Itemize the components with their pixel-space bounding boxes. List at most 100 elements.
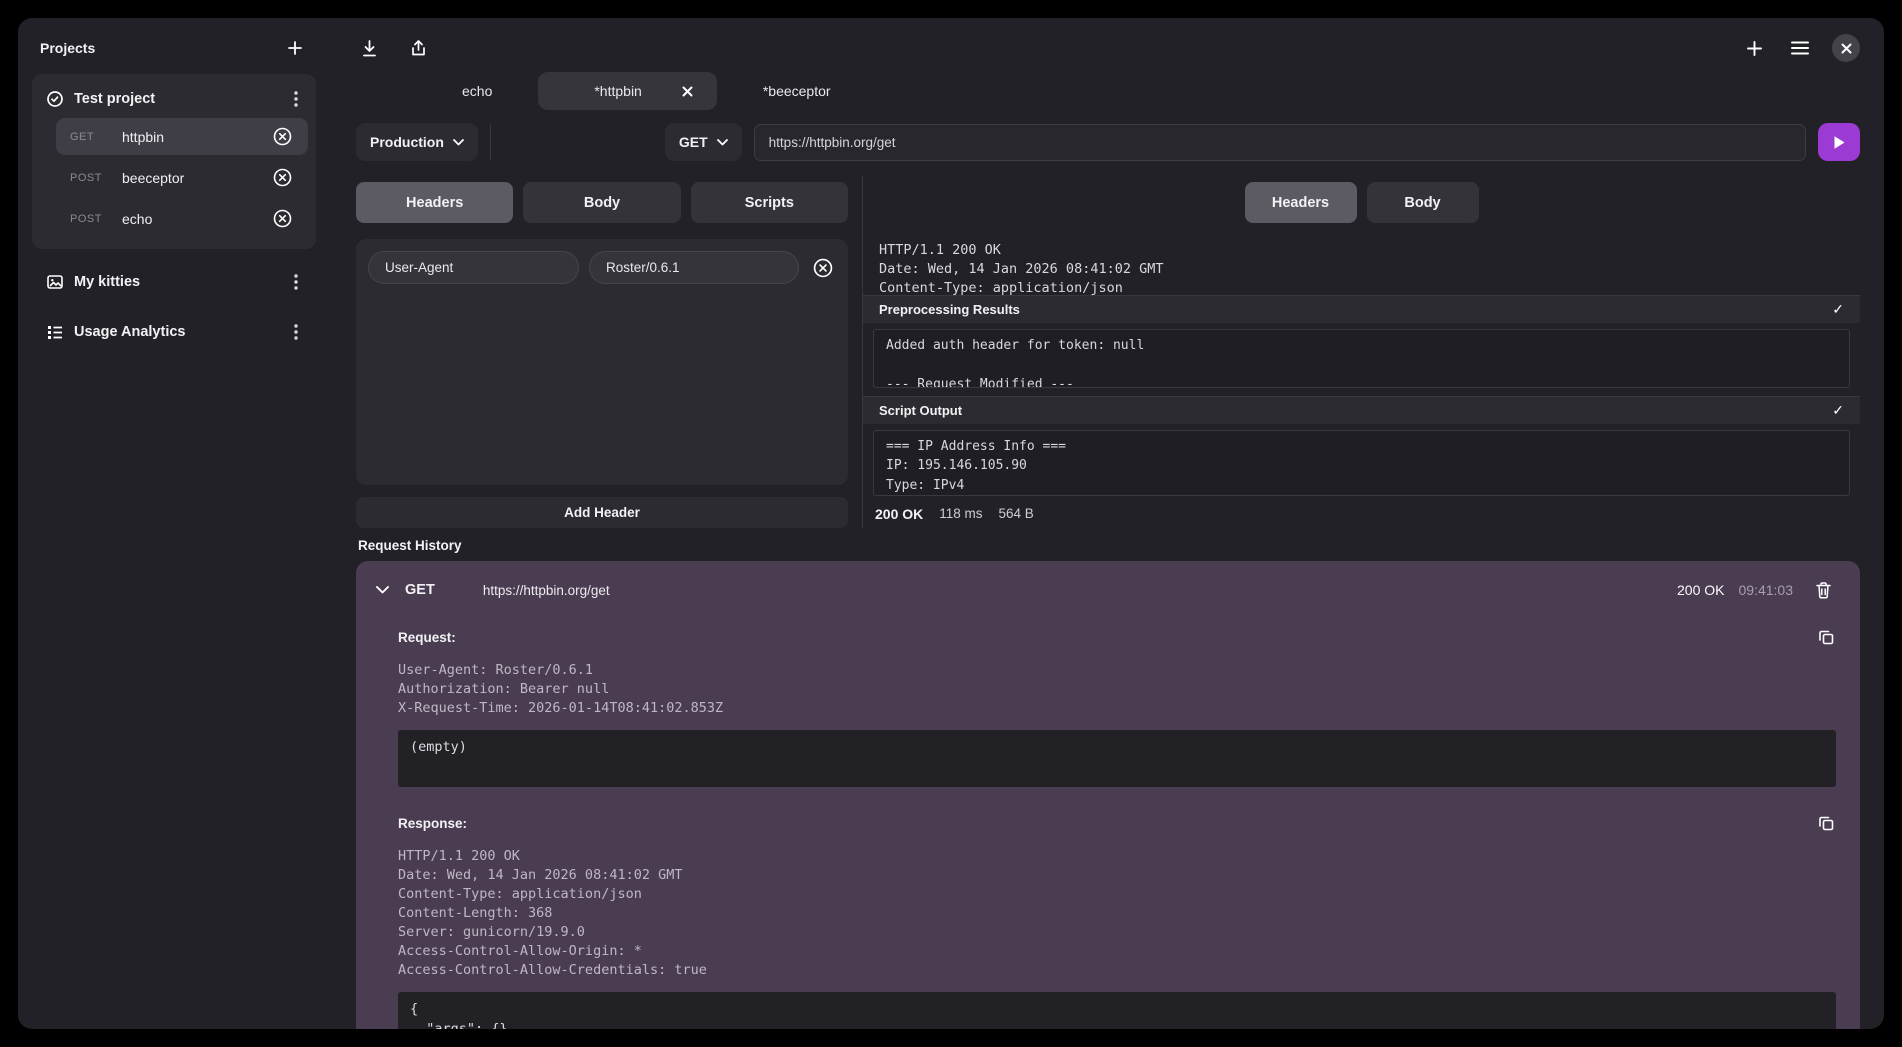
delete-history-button[interactable] [1811,577,1836,603]
project-group-test-project: Test project GET httpbin POST beeceptor [32,74,316,249]
window-bar [356,32,1860,64]
script-output[interactable]: === IP Address Info === IP: 195.146.105.… [873,430,1850,496]
window-close-button[interactable] [1832,34,1860,62]
download-icon [360,39,379,58]
section-title: Preprocessing Results [879,302,1020,317]
plus-icon [286,39,304,57]
method-badge: GET [70,131,112,143]
project-name: My kitties [74,274,290,290]
close-icon [682,86,693,97]
check-icon: ✓ [1832,402,1844,419]
request-response-panels: Headers Body Scripts Add Header [356,176,1860,528]
preprocessing-section-header[interactable]: Preprocessing Results ✓ [863,295,1860,323]
request-bar: Production GET [356,122,1860,162]
request-name: beeceptor [122,170,269,186]
projects-title: Projects [40,40,95,56]
script-output-section-header[interactable]: Script Output ✓ [863,396,1860,424]
header-key-input[interactable] [368,251,579,284]
add-project-button[interactable] [282,35,308,61]
remove-request-button[interactable] [269,205,296,232]
project-menu-button[interactable] [290,87,302,111]
project-header[interactable]: Test project [40,84,308,114]
sidebar-item-usage-analytics[interactable]: Usage Analytics [32,315,316,349]
send-request-button[interactable] [1818,123,1860,161]
history-method: GET [405,582,435,598]
tab-echo[interactable]: echo [416,72,538,110]
tab-label: *httpbin [594,83,641,99]
kebab-icon [294,324,298,340]
project-menu-button[interactable] [290,320,302,344]
sidebar: Projects Test project GET httpbin [18,18,330,1029]
response-status-line: 200 OK 118 ms 564 B [863,504,1860,528]
copy-response-button[interactable] [1816,813,1836,833]
copy-icon [1818,629,1834,645]
new-tab-button[interactable] [1741,35,1768,62]
play-icon [1833,135,1846,150]
section-title: Script Output [879,403,962,418]
history-timestamp: 09:41:03 [1739,582,1794,598]
request-label: Request: [398,630,456,645]
chevron-down-icon [453,139,464,146]
sidebar-item-beeceptor[interactable]: POST beeceptor [56,159,308,196]
history-response-headers: HTTP/1.1 200 OK Date: Wed, 14 Jan 2026 0… [398,847,1836,980]
request-name: echo [122,211,269,227]
close-icon [1841,43,1852,54]
status-duration: 118 ms [939,506,982,521]
hamburger-icon [1790,40,1810,56]
menu-button[interactable] [1786,36,1814,60]
chevron-down-icon[interactable] [376,586,389,594]
kebab-icon [294,274,298,290]
environment-select[interactable]: Production [356,123,478,161]
header-value-input[interactable] [589,251,799,284]
clock-icon [46,90,64,108]
tab-strip: echo *httpbin *beeceptor [416,72,1860,110]
environment-label: Production [370,134,444,150]
status-code: 200 OK [875,506,923,522]
preprocessing-output[interactable]: Added auth header for token: null --- Re… [873,329,1850,388]
request-name: httpbin [122,129,269,145]
export-button[interactable] [405,35,432,62]
status-size: 564 B [999,506,1034,521]
response-viewer: Headers Body HTTP/1.1 200 OK Date: Wed, … [862,176,1860,528]
tab-httpbin[interactable]: *httpbin [538,72,716,110]
remove-header-button[interactable] [809,254,837,282]
response-headers-preview: HTTP/1.1 200 OK Date: Wed, 14 Jan 2026 0… [863,241,1860,295]
tab-label: echo [462,83,492,99]
tab-request-scripts[interactable]: Scripts [691,182,848,223]
history-entry-header[interactable]: GET https://httpbin.org/get 200 OK 09:41… [370,573,1836,607]
method-select[interactable]: GET [665,123,742,161]
tab-label: *beeceptor [763,83,831,99]
tab-request-body[interactable]: Body [523,182,680,223]
sidebar-item-httpbin[interactable]: GET httpbin [56,118,308,155]
x-circle-icon [273,127,292,146]
history-status: 200 OK [1677,582,1724,598]
sidebar-item-echo[interactable]: POST echo [56,200,308,237]
method-badge: POST [70,213,112,225]
headers-editor-panel [356,239,848,485]
import-button[interactable] [356,35,383,62]
remove-request-button[interactable] [269,164,296,191]
tab-response-body[interactable]: Body [1367,182,1479,223]
remove-request-button[interactable] [269,123,296,150]
image-icon [46,273,64,291]
x-circle-icon [813,258,833,278]
tab-response-headers[interactable]: Headers [1245,182,1357,223]
sidebar-item-my-kitties[interactable]: My kitties [32,265,316,299]
close-tab-button[interactable] [682,86,693,97]
history-entry-body: Request: User-Agent: Roster/0.6.1 Author… [370,607,1836,1029]
add-header-button[interactable]: Add Header [356,497,848,528]
app-window: Projects Test project GET httpbin [18,18,1884,1029]
history-response-body: { "args": {}, "headers": { [398,992,1836,1029]
chevron-down-icon [717,139,728,146]
tab-request-headers[interactable]: Headers [356,182,513,223]
plus-icon [1745,39,1764,58]
trash-icon [1815,581,1832,599]
divider [490,124,491,160]
copy-request-button[interactable] [1816,627,1836,647]
url-input[interactable] [754,124,1806,161]
project-name: Test project [74,91,290,107]
method-badge: POST [70,172,112,184]
check-icon: ✓ [1832,301,1844,318]
project-menu-button[interactable] [290,270,302,294]
tab-beeceptor[interactable]: *beeceptor [717,72,877,110]
